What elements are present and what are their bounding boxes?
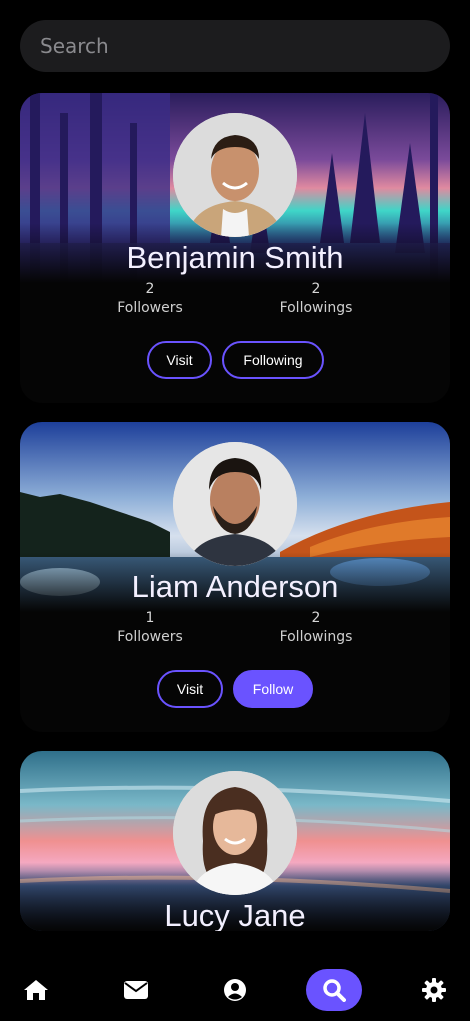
home-icon	[24, 980, 48, 1000]
mail-icon	[124, 981, 148, 999]
search-icon	[323, 979, 346, 1002]
followers-label: Followers	[117, 629, 183, 645]
followings-label: Followings	[279, 629, 353, 645]
followings-stat: 2 Followings	[256, 610, 376, 647]
nav-search[interactable]	[306, 969, 362, 1011]
followers-count: 1	[145, 610, 155, 626]
visit-button[interactable]: Visit	[147, 341, 212, 379]
user-circle-icon	[224, 979, 246, 1001]
avatar	[173, 771, 297, 895]
follow-button[interactable]: Follow	[233, 670, 313, 708]
followings-count: 2	[311, 281, 321, 297]
followings-count: 2	[311, 610, 321, 626]
profile-card-lucy: Lucy Jane	[20, 751, 450, 931]
avatar	[173, 442, 297, 566]
search-input[interactable]	[20, 20, 450, 72]
nav-messages[interactable]	[108, 969, 164, 1011]
followings-label: Followings	[279, 300, 353, 316]
nav-home[interactable]	[8, 969, 64, 1011]
followers-stat: 1 Followers	[90, 610, 210, 647]
gear-icon	[422, 978, 446, 1002]
profile-name: Liam Anderson	[131, 569, 339, 604]
followings-stat: 2 Followings	[256, 281, 376, 318]
followers-stat: 2 Followers	[90, 281, 210, 318]
profile-card-liam: Liam Anderson 1 Followers 2 Followings V…	[20, 422, 450, 732]
bottom-nav	[0, 955, 470, 1021]
followers-label: Followers	[117, 300, 183, 316]
nav-settings[interactable]	[406, 969, 462, 1011]
nav-profile[interactable]	[207, 969, 263, 1011]
profile-name: Benjamin Smith	[126, 240, 344, 275]
profile-name: Lucy Jane	[164, 898, 306, 931]
avatar	[173, 113, 297, 237]
followers-count: 2	[145, 281, 155, 297]
following-button[interactable]: Following	[222, 341, 324, 379]
visit-button[interactable]: Visit	[157, 670, 223, 708]
profile-card-benjamin: Benjamin Smith 2 Followers 2 Followings …	[20, 93, 450, 403]
